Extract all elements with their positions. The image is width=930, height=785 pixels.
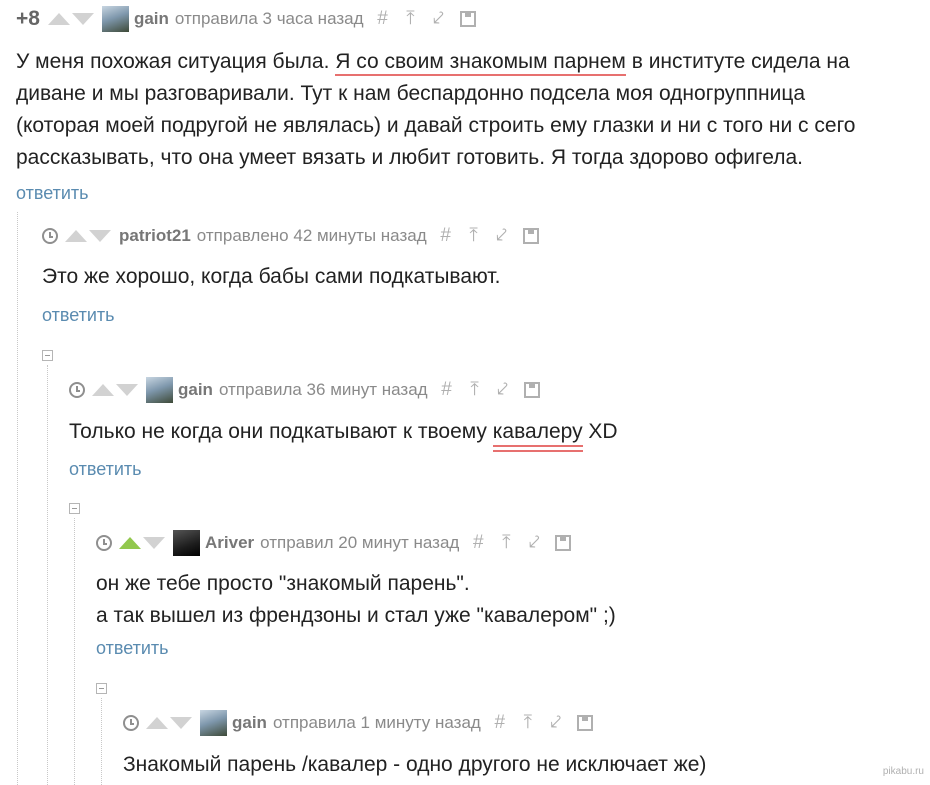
go-to-parent-icon[interactable]: ⤦ <box>432 8 446 30</box>
avatar[interactable] <box>200 710 227 736</box>
site-watermark: pikabu.ru <box>882 766 924 777</box>
upvote-icon[interactable] <box>65 230 87 242</box>
go-to-parent-icon[interactable]: ⤦ <box>495 225 509 247</box>
permalink-hash-icon[interactable]: # <box>471 532 485 554</box>
comment-text-part: Только не когда они подкатывают к твоему <box>69 420 493 443</box>
comment-timestamp: отправила 3 часа назад <box>174 9 364 28</box>
comment-text: У меня похожая ситуация была. Я со своим… <box>16 46 916 174</box>
thread-line-level-2 <box>47 365 48 785</box>
downvote-icon[interactable] <box>143 537 165 549</box>
permalink-hash-icon[interactable]: # <box>439 225 453 247</box>
comment: gain отправила 36 минут назад # ⤒ ⤦ Толь… <box>69 377 899 487</box>
go-to-top-icon[interactable]: ⤒ <box>468 379 482 401</box>
downvote-icon[interactable] <box>170 717 192 729</box>
go-to-parent-icon[interactable]: ⤦ <box>496 379 510 401</box>
comment-timestamp: отправлено 42 минуты назад <box>196 226 427 245</box>
thread-line-level-1 <box>17 212 18 785</box>
upvote-icon[interactable] <box>92 384 114 396</box>
reply-link[interactable]: ответить <box>69 459 142 480</box>
downvote-icon[interactable] <box>116 384 138 396</box>
comment-header: +8 gain отправила 3 часа назад # ⤒ ⤦ <box>16 6 476 32</box>
thread-line-level-3 <box>74 518 75 785</box>
avatar[interactable] <box>173 530 200 556</box>
permalink-hash-icon[interactable]: # <box>440 379 454 401</box>
comment-timestamp: отправил 20 минут назад <box>260 533 460 552</box>
underlined-phrase: Я со своим знакомым парнем <box>335 50 626 76</box>
save-icon[interactable] <box>523 382 540 398</box>
username-link[interactable]: Ariver <box>205 533 254 553</box>
reply-link[interactable]: ответить <box>16 183 89 204</box>
save-icon[interactable] <box>522 228 539 244</box>
collapse-toggle[interactable] <box>42 350 53 361</box>
go-to-parent-icon[interactable]: ⤦ <box>527 532 541 554</box>
go-to-parent-icon[interactable]: ⤦ <box>549 712 563 734</box>
reply-link[interactable]: ответить <box>96 638 169 659</box>
downvote-icon[interactable] <box>71 13 94 25</box>
comment-header: patriot21 отправлено 42 минуты назад # ⤒… <box>42 223 539 249</box>
comment-text: Это же хорошо, когда бабы сами подкатыва… <box>42 265 501 288</box>
permalink-hash-icon[interactable]: # <box>376 8 390 30</box>
go-to-top-icon[interactable]: ⤒ <box>499 532 513 554</box>
comment: gain отправила 1 минуту назад # ⤒ ⤦ Знак… <box>123 710 903 785</box>
collapse-toggle[interactable] <box>69 503 80 514</box>
save-icon[interactable] <box>459 11 476 27</box>
upvote-icon[interactable] <box>47 13 70 25</box>
username-link[interactable]: patriot21 <box>119 226 191 246</box>
avatar[interactable] <box>101 6 129 32</box>
go-to-top-icon[interactable]: ⤒ <box>467 225 481 247</box>
go-to-top-icon[interactable]: ⤒ <box>404 8 418 30</box>
comment-text: Знакомый парень /кавалер - одно другого … <box>123 753 707 776</box>
username-link[interactable]: gain <box>232 713 267 733</box>
comment-header: gain отправила 1 минуту назад # ⤒ ⤦ <box>123 710 593 736</box>
save-icon[interactable] <box>576 715 593 731</box>
comment: patriot21 отправлено 42 минуты назад # ⤒… <box>42 223 902 333</box>
username-link[interactable]: gain <box>134 9 169 29</box>
comment: +8 gain отправила 3 часа назад # ⤒ ⤦ У м… <box>16 6 916 206</box>
underlined-phrase: кавалеру <box>492 420 583 443</box>
comment-timestamp: отправила 36 минут назад <box>218 380 428 399</box>
comment-text-part: XD <box>582 420 618 443</box>
permalink-hash-icon[interactable]: # <box>493 712 507 734</box>
clock-icon <box>123 715 139 731</box>
comment: Ariver отправил 20 минут назад # ⤒ ⤦ он … <box>96 530 896 670</box>
upvote-icon[interactable] <box>146 717 168 729</box>
username-link[interactable]: gain <box>178 380 213 400</box>
comment-rating: +8 <box>16 7 40 30</box>
clock-icon <box>96 535 112 551</box>
comment-header: gain отправила 36 минут назад # ⤒ ⤦ <box>69 377 540 403</box>
thread-line-level-4 <box>101 698 102 785</box>
comment-timestamp: отправила 1 минуту назад <box>272 713 481 732</box>
go-to-top-icon[interactable]: ⤒ <box>521 712 535 734</box>
comment-text-part: У меня похожая ситуация была. <box>16 50 336 73</box>
save-icon[interactable] <box>555 535 572 551</box>
clock-icon <box>69 382 85 398</box>
avatar[interactable] <box>146 377 173 403</box>
clock-icon <box>42 228 58 244</box>
reply-link[interactable]: ответить <box>42 305 115 326</box>
upvote-icon[interactable] <box>119 537 141 549</box>
collapse-toggle[interactable] <box>96 683 107 694</box>
comment-text: он же тебе просто "знакомый парень". а т… <box>96 572 616 627</box>
comment-header: Ariver отправил 20 минут назад # ⤒ ⤦ <box>96 530 572 556</box>
comment-text: Только не когда они подкатывают к твоему… <box>69 416 618 448</box>
downvote-icon[interactable] <box>89 230 111 242</box>
